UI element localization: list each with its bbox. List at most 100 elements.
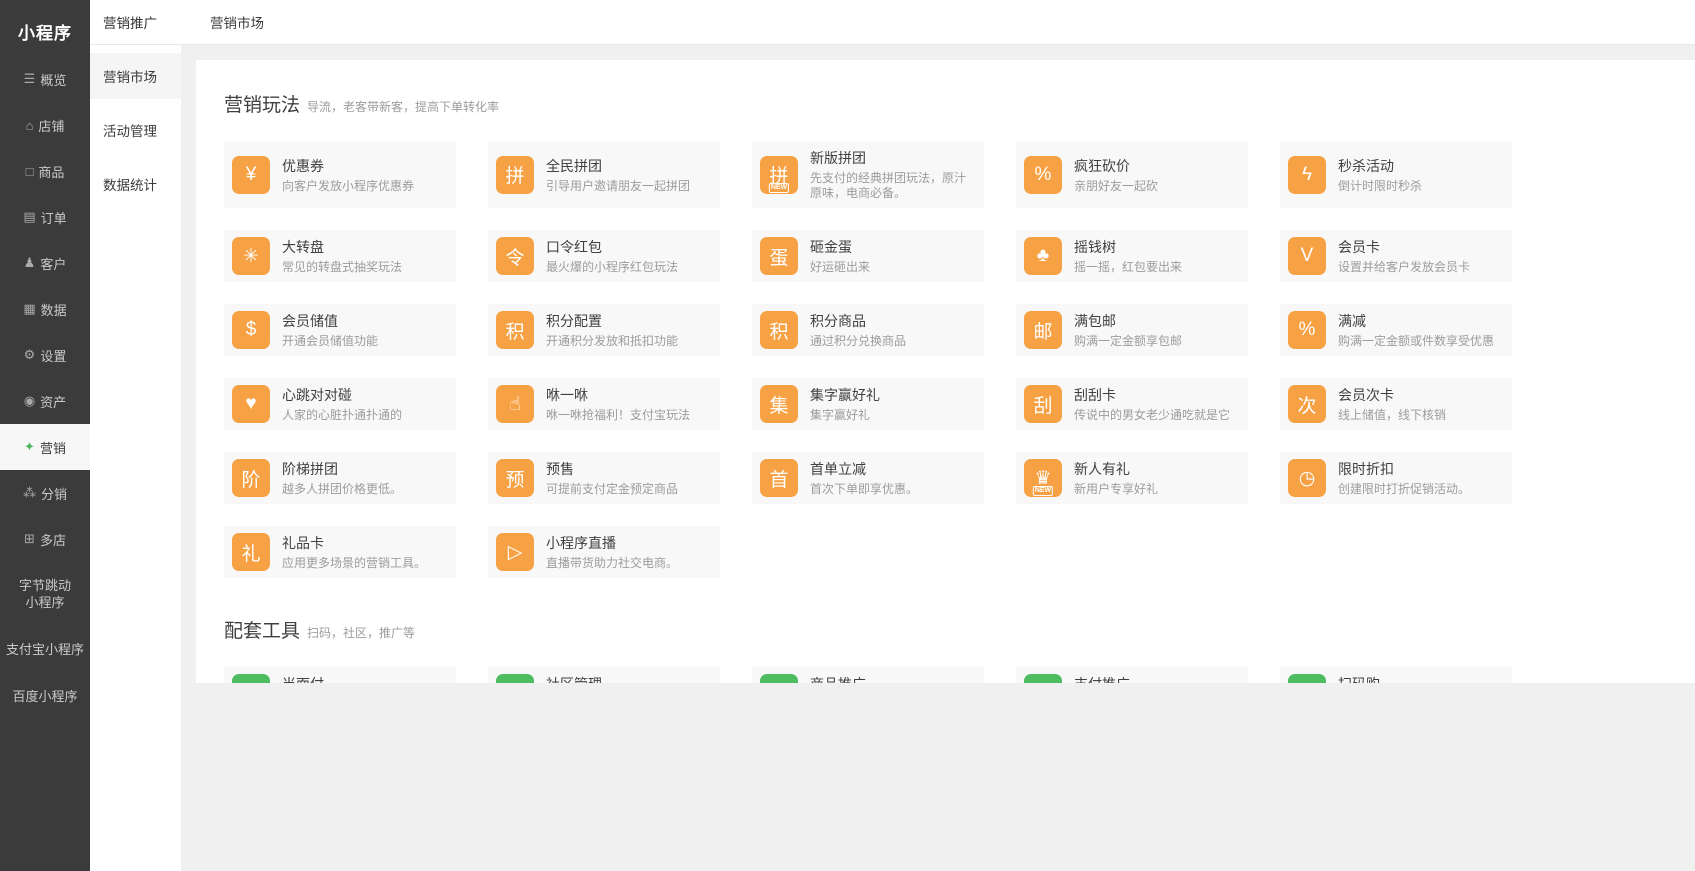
- card-text: 积分配置开通积分发放和抵扣功能: [546, 311, 678, 349]
- group-buy-icon: 拼: [496, 156, 534, 194]
- card-description: 应用更多场景的营销工具。: [282, 556, 426, 571]
- sidebar-item-orders[interactable]: ▤订单: [0, 194, 90, 240]
- card-group-buy[interactable]: 拼全民拼团引导用户邀请朋友一起拼团: [488, 141, 720, 208]
- card-title: 砸金蛋: [810, 237, 870, 257]
- card-text: 大转盘常见的转盘式抽奖玩法: [282, 237, 402, 275]
- card-description: 创建限时打折促销活动。: [1338, 482, 1470, 497]
- card-description: 线上储值，线下核销: [1338, 408, 1446, 423]
- newcomer-gift-icon: ♛NEW: [1024, 459, 1062, 497]
- card-free-shipping[interactable]: 邮满包邮购满一定金额享包邮: [1016, 304, 1248, 356]
- orders-icon: ▤: [23, 209, 35, 225]
- card-shake-tap[interactable]: ☝咻一咻咻一咻抢福利！支付宝玩法: [488, 378, 720, 430]
- card-gift-card[interactable]: 礼礼品卡应用更多场景的营销工具。: [224, 526, 456, 578]
- heartbeat-icon: ♥: [232, 385, 270, 423]
- sidebar-item-multi-store[interactable]: ⊞多店: [0, 516, 90, 562]
- sidebar-item-label: 数据: [41, 300, 67, 319]
- card-live-stream[interactable]: ▷小程序直播直播带货助力社交电商。: [488, 526, 720, 578]
- card-grid: ¥优惠券向客户发放小程序优惠券拼全民拼团引导用户邀请朋友一起拼团拼NEW新版拼团…: [224, 141, 1665, 578]
- member-card-icon: V: [1288, 237, 1326, 275]
- settings-icon: ⚙: [24, 347, 36, 363]
- full-discount-icon: %: [1288, 311, 1326, 349]
- card-title: 会员次卡: [1338, 385, 1446, 405]
- card-description: 摇一摇，红包要出来: [1074, 260, 1182, 275]
- card-text: 会员次卡线上储值，线下核销: [1338, 385, 1446, 423]
- sidebar-item-bytedance-mini-program[interactable]: 字节跳动 小程序: [0, 562, 90, 626]
- card-points-goods[interactable]: 积积分商品通过积分兑换商品: [752, 304, 984, 356]
- card-payment-promotion[interactable]: ➔支付推广高效刺激客户复购: [1016, 667, 1248, 683]
- card-text: 满包邮购满一定金额享包邮: [1074, 311, 1182, 349]
- card-new-group-buy[interactable]: 拼NEW新版拼团先支付的经典拼团玩法，原汁原味，电商必备。: [752, 141, 984, 208]
- card-title: 社区管理: [546, 674, 618, 683]
- submenu-item-0[interactable]: 营销市场: [90, 53, 181, 99]
- sidebar-item-marketing[interactable]: ✦营销: [0, 424, 90, 470]
- card-text: 秒杀活动倒计时限时秒杀: [1338, 156, 1422, 194]
- sidebar-item-label: 商品: [38, 162, 64, 181]
- card-member-card[interactable]: V会员卡设置并给客户发放会员卡: [1280, 230, 1512, 282]
- card-text: 会员储值开通会员储值功能: [282, 311, 378, 349]
- golden-egg-icon: 蛋: [760, 237, 798, 275]
- card-flash-sale[interactable]: ϟ秒杀活动倒计时限时秒杀: [1280, 141, 1512, 208]
- card-ladder-group[interactable]: 阶阶梯拼团越多人拼团价格更低。: [224, 452, 456, 504]
- card-description: 集字赢好礼: [810, 408, 880, 423]
- card-first-order[interactable]: 首首单立减首次下单即享优惠。: [752, 452, 984, 504]
- card-points-config[interactable]: 积积分配置开通积分发放和抵扣功能: [488, 304, 720, 356]
- card-description: 常见的转盘式抽奖玩法: [282, 260, 402, 275]
- card-punch-card[interactable]: 次会员次卡线上储值，线下核销: [1280, 378, 1512, 430]
- tab-marketing-market[interactable]: 营销市场: [210, 12, 264, 32]
- card-presale[interactable]: 预预售可提前支付定金预定商品: [488, 452, 720, 504]
- card-full-discount[interactable]: %满减购满一定金额或件数享受优惠: [1280, 304, 1512, 356]
- card-heartbeat[interactable]: ♥心跳对对碰人家的心脏扑通扑通的: [224, 378, 456, 430]
- card-time-discount[interactable]: ◷限时折扣创建限时打折促销活动。: [1280, 452, 1512, 504]
- card-title: 当面付: [282, 674, 402, 683]
- card-stored-value[interactable]: $会员储值开通会员储值功能: [224, 304, 456, 356]
- card-description: 新用户专享好礼: [1074, 482, 1158, 497]
- submenu-item-1[interactable]: 活动管理: [90, 107, 181, 153]
- card-text: 预售可提前支付定金预定商品: [546, 459, 678, 497]
- card-community[interactable]: ⌂社区管理管理社区话题: [488, 667, 720, 683]
- shop-icon: ⌂: [26, 118, 34, 133]
- sidebar-item-baidu-mini-program[interactable]: 百度小程序: [0, 673, 90, 720]
- card-red-packet[interactable]: 令口令红包最火爆的小程序红包玩法: [488, 230, 720, 282]
- card-lucky-wheel[interactable]: ✳大转盘常见的转盘式抽奖玩法: [224, 230, 456, 282]
- sidebar-item-goods[interactable]: □商品: [0, 148, 90, 194]
- shake-tap-icon: ☝: [496, 385, 534, 423]
- card-title: 阶梯拼团: [282, 459, 402, 479]
- submenu-item-2[interactable]: 数据统计: [90, 161, 181, 207]
- sidebar-item-customers[interactable]: ♟客户: [0, 240, 90, 286]
- card-title: 积分商品: [810, 311, 906, 331]
- card-golden-egg[interactable]: 蛋砸金蛋好运砸出来: [752, 230, 984, 282]
- live-stream-icon: ▷: [496, 533, 534, 571]
- sidebar-item-alipay-mini-program[interactable]: 支付宝小程序: [0, 626, 90, 673]
- card-text: 全民拼团引导用户邀请朋友一起拼团: [546, 156, 690, 194]
- card-text: 积分商品通过积分兑换商品: [810, 311, 906, 349]
- sidebar-item-assets[interactable]: ◉资产: [0, 378, 90, 424]
- card-money-tree[interactable]: ♣摇钱树摇一摇，红包要出来: [1016, 230, 1248, 282]
- card-collect-words[interactable]: 集集字赢好礼集字赢好礼: [752, 378, 984, 430]
- card-goods-promotion[interactable]: ⁂商品推广生成商品推广海报: [752, 667, 984, 683]
- sidebar-item-data[interactable]: ▦数据: [0, 286, 90, 332]
- sidebar-item-distribution[interactable]: ⁂分销: [0, 470, 90, 516]
- card-title: 会员卡: [1338, 237, 1470, 257]
- card-scratch-card[interactable]: 刮刮刮卡传说中的男女老少通吃就是它: [1016, 378, 1248, 430]
- card-description: 购满一定金额或件数享受优惠: [1338, 334, 1494, 349]
- card-scan-shop[interactable]: ▥扫码购扫码购物，线上线下相结合: [1280, 667, 1512, 683]
- scan-shop-icon: ▥: [1288, 674, 1326, 683]
- card-title: 礼品卡: [282, 533, 426, 553]
- sidebar-item-shop[interactable]: ⌂店铺: [0, 102, 90, 148]
- card-face-pay[interactable]: ▣当面付创建和管理店铺收款码: [224, 667, 456, 683]
- card-title: 首单立减: [810, 459, 918, 479]
- card-title: 集字赢好礼: [810, 385, 880, 405]
- sidebar-item-settings[interactable]: ⚙设置: [0, 332, 90, 378]
- sidebar-item-overview[interactable]: ☰概览: [0, 56, 90, 102]
- card-coupon[interactable]: ¥优惠券向客户发放小程序优惠券: [224, 141, 456, 208]
- card-title: 扫码购: [1338, 674, 1482, 683]
- card-bargain[interactable]: %疯狂砍价亲朋好友一起砍: [1016, 141, 1248, 208]
- section-title: 配套工具: [224, 621, 300, 642]
- free-shipping-icon: 邮: [1024, 311, 1062, 349]
- ladder-group-icon: 阶: [232, 459, 270, 497]
- assets-icon: ◉: [24, 393, 35, 409]
- submenu-header: 营销推广: [90, 0, 181, 45]
- new-badge: NEW: [769, 183, 789, 193]
- card-title: 秒杀活动: [1338, 156, 1422, 176]
- card-newcomer-gift[interactable]: ♛NEW新人有礼新用户专享好礼: [1016, 452, 1248, 504]
